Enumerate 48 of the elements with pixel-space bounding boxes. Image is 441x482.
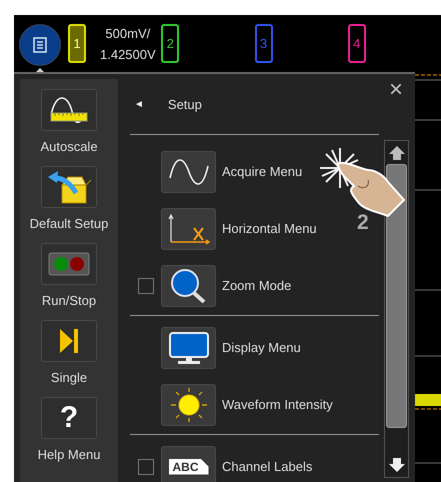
- label-tag-icon: ABC: [168, 458, 208, 474]
- menu-icon-button[interactable]: ABC: [161, 446, 216, 482]
- channel-tab[interactable]: 1: [68, 24, 86, 63]
- menu-item-label[interactable]: Display Menu: [222, 340, 301, 355]
- menu-icon-button[interactable]: [161, 326, 216, 368]
- menu-item-label[interactable]: Channel Labels: [222, 459, 312, 474]
- autoscale-button[interactable]: [41, 89, 97, 131]
- channel-tab[interactable]: 3: [254, 24, 272, 63]
- menu-icon-button[interactable]: [161, 384, 216, 426]
- step-number: 2: [357, 211, 369, 235]
- monitor-icon: [168, 330, 210, 364]
- document-icon: [33, 37, 47, 53]
- menu-icon-button[interactable]: [161, 264, 216, 306]
- scroll-down-icon[interactable]: [388, 456, 406, 474]
- run-stop-icon: [48, 252, 90, 276]
- back-button[interactable]: ◄: [134, 98, 144, 110]
- offset-value: 1.42500V: [100, 46, 156, 64]
- menu-item-label[interactable]: Waveform Intensity: [222, 397, 333, 412]
- menu-item-label[interactable]: Horizontal Menu: [222, 221, 317, 236]
- scrollbar[interactable]: [384, 140, 409, 478]
- close-button[interactable]: ×: [388, 78, 403, 102]
- checkbox[interactable]: [138, 278, 154, 294]
- channel-tab[interactable]: 4: [348, 24, 366, 63]
- default-setup-box-icon: [46, 169, 92, 205]
- sun-icon: [168, 386, 208, 422]
- default-setup-button[interactable]: [41, 166, 97, 208]
- menu-title: Setup: [168, 96, 202, 112]
- question-mark-icon: ?: [60, 403, 78, 433]
- menu-button[interactable]: [19, 24, 61, 66]
- button-label: Single: [50, 370, 88, 385]
- button-label: Autoscale: [40, 139, 98, 154]
- scroll-thumb[interactable]: [386, 164, 407, 428]
- axes-x-icon: [166, 212, 210, 244]
- button-label: Help Menu: [38, 447, 100, 462]
- menu-item-label[interactable]: Zoom Mode: [222, 278, 292, 293]
- single-button[interactable]: [41, 320, 97, 362]
- volts-per-division: 500mV/: [105, 24, 150, 42]
- button-label: Run/Stop: [42, 293, 96, 308]
- channel-tab[interactable]: 2: [161, 24, 180, 63]
- checkbox[interactable]: [138, 458, 154, 474]
- scroll-up-icon[interactable]: [388, 144, 406, 162]
- menu-item-label[interactable]: Acquire Menu: [222, 164, 302, 179]
- menu-icon-button[interactable]: [161, 150, 216, 192]
- run-stop-button[interactable]: [41, 243, 97, 285]
- single-step-icon: [58, 327, 80, 355]
- help-menu-button[interactable]: ?: [41, 397, 97, 439]
- button-label: Default Setup: [30, 216, 108, 231]
- menu-icon-button[interactable]: [161, 208, 216, 250]
